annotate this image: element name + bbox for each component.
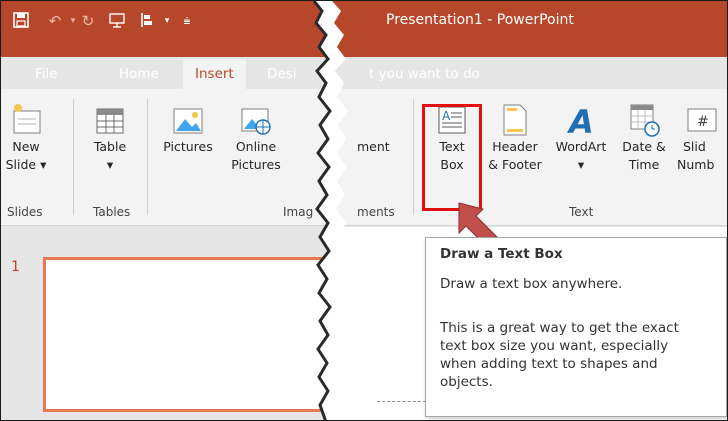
slide-number-button[interactable]: # Slid Numb (677, 89, 727, 199)
pictures-label-1: Pictures (163, 139, 213, 154)
tell-me-search[interactable]: t you want to do (369, 59, 480, 89)
tooltip-summary: Draw a text box anywhere. (440, 276, 623, 292)
table-label-2: ▾ (106, 157, 114, 172)
date-time-button[interactable]: Date & Time (617, 89, 671, 199)
quick-access-dropdown-icon[interactable]: ▾ (157, 11, 177, 31)
new-slide-icon (11, 101, 43, 137)
slide-number-label-2: Numb (677, 157, 715, 172)
header-footer-label-1: Header (492, 139, 538, 154)
group-label-text: Text (569, 205, 594, 219)
tooltip-body-line: objects. (440, 374, 493, 390)
tooltip: Draw a Text Box Draw a text box anywhere… (425, 237, 727, 417)
wordart-label-1: WordArt (555, 139, 607, 154)
quick-access-icon[interactable] (137, 11, 157, 31)
tab-insert[interactable]: Insert (183, 59, 246, 91)
save-icon[interactable] (11, 11, 31, 31)
pictures-icon (172, 101, 204, 137)
tooltip-body-line: This is a great way to get the exact (440, 320, 679, 336)
window-title: Presentation1 - PowerPoint (386, 12, 574, 28)
table-icon (94, 101, 126, 137)
header-footer-icon (499, 101, 531, 137)
date-time-label-1: Date & (622, 139, 666, 154)
customize-qat-icon[interactable]: ⩧ (177, 11, 197, 31)
wordart-label-2: ▾ (577, 157, 585, 172)
svg-text:#: # (697, 114, 709, 130)
date-time-label-2: Time (628, 157, 660, 172)
table-button[interactable]: Table ▾ (87, 89, 133, 199)
text-box-highlight (422, 104, 482, 211)
group-divider (147, 99, 148, 215)
tab-file[interactable]: File (35, 59, 58, 89)
torn-paper-divider (312, 1, 348, 420)
online-pictures-label-2: Pictures (231, 157, 281, 172)
start-from-beginning-icon[interactable] (107, 11, 127, 31)
slide-number: 1 (11, 259, 20, 275)
tab-home[interactable]: Home (119, 59, 159, 89)
group-divider (413, 99, 414, 215)
table-label-1: Table (93, 139, 127, 154)
calendar-clock-icon (628, 101, 660, 137)
placeholder-border (377, 401, 431, 402)
header-footer-label-2: & Footer (488, 157, 542, 172)
powerpoint-window: ↶ ▾ ↻ ▾ ⩧ Presentation1 - PowerPoint Fil… (0, 0, 728, 421)
svg-text:A: A (566, 103, 594, 137)
tooltip-body-line: text box size you want, especially (440, 338, 669, 354)
slide-number-label-1: Slid (683, 139, 706, 154)
online-pictures-button[interactable]: Online Pictures (225, 89, 287, 199)
new-slide-label-2: Slide ▾ (5, 157, 47, 172)
group-label-tables: Tables (93, 205, 131, 219)
group-divider (73, 99, 74, 215)
tooltip-title: Draw a Text Box (440, 246, 563, 262)
slide-number-icon: # (685, 101, 717, 137)
online-pictures-icon (240, 101, 272, 137)
pictures-button[interactable]: Pictures (157, 89, 219, 199)
tooltip-body-line: when adding text to shapes and (440, 356, 658, 372)
new-slide-label-1: New (12, 139, 40, 154)
wordart-icon: A (565, 101, 597, 141)
group-label-slides: Slides (7, 205, 43, 219)
online-pictures-label-1: Online (235, 139, 277, 154)
undo-icon[interactable]: ↶ (45, 11, 65, 31)
wordart-button[interactable]: A WordArt ▾ (551, 89, 611, 199)
new-slide-button[interactable]: New Slide ▾ (5, 89, 47, 199)
redo-icon[interactable]: ↻ (78, 11, 98, 31)
header-footer-button[interactable]: Header & Footer (485, 89, 545, 199)
